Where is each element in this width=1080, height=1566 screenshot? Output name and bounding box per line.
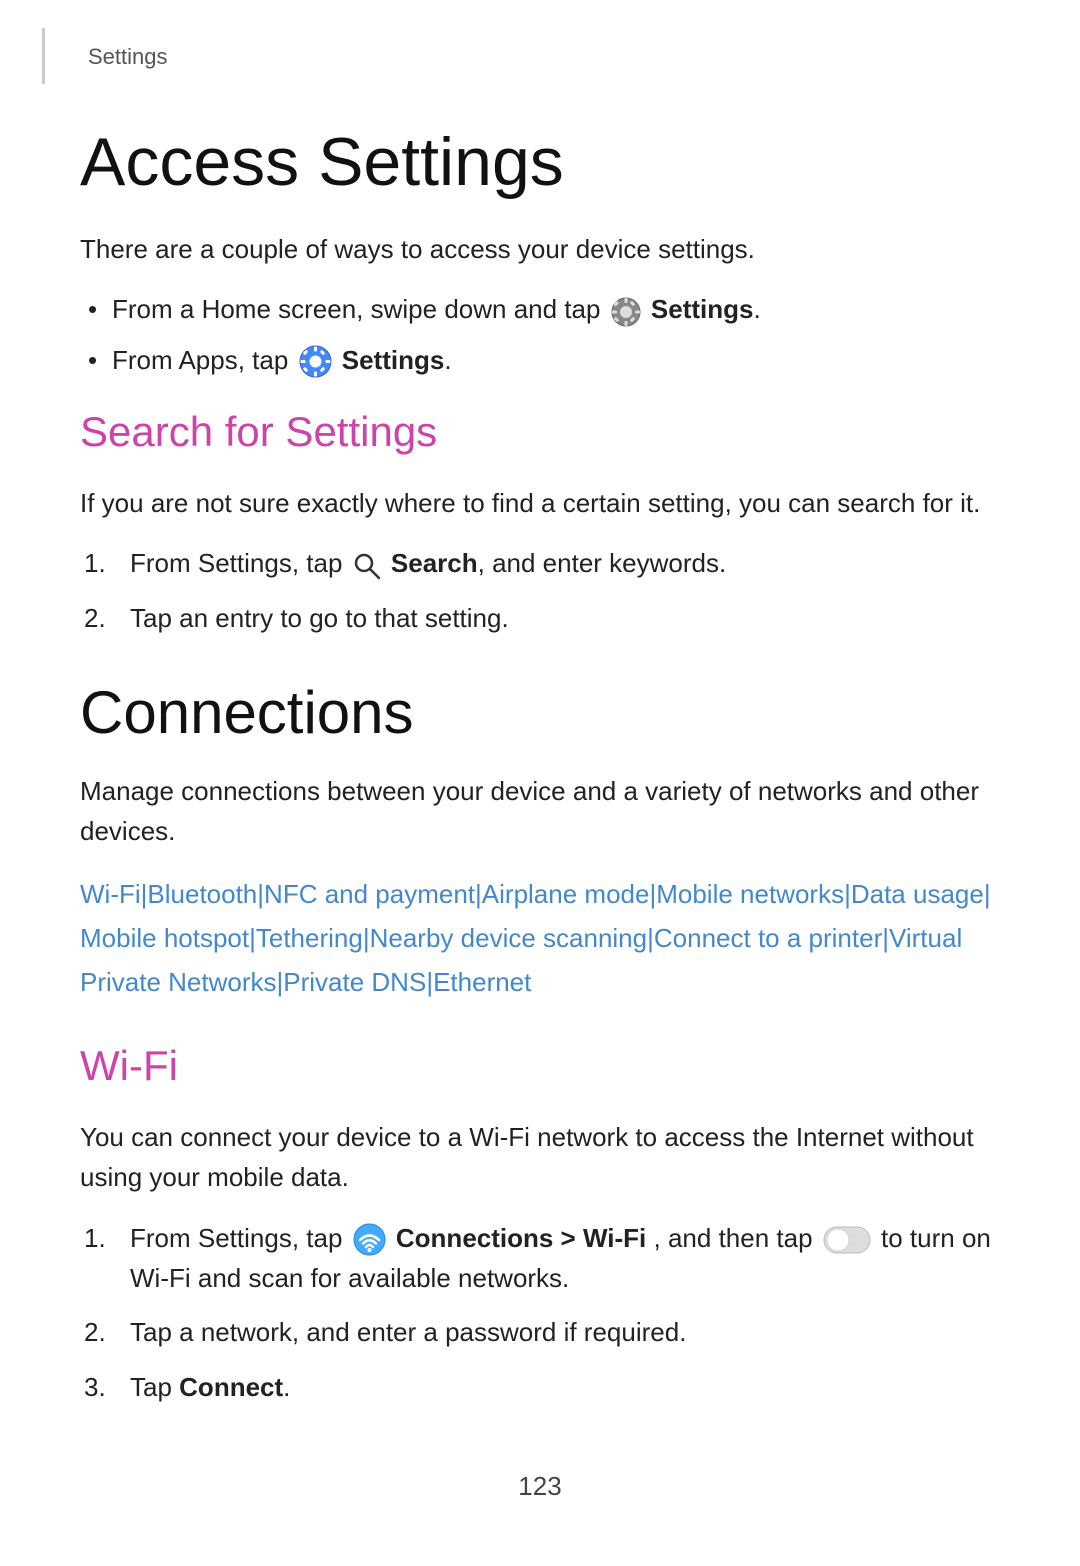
link-ethernet[interactable]: Ethernet xyxy=(433,967,531,997)
link-dns[interactable]: Private DNS xyxy=(283,967,426,997)
access-settings-list: From a Home screen, swipe down and tap S… xyxy=(80,289,1000,380)
blue-settings-icon xyxy=(299,345,332,378)
bullet2-pre: From Apps, tap xyxy=(112,345,288,375)
bullet1-bold: Settings xyxy=(651,294,754,324)
breadcrumb: Settings xyxy=(80,40,1000,73)
link-tethering[interactable]: Tethering xyxy=(256,923,363,953)
wifi-step-2: Tap a network, and enter a password if r… xyxy=(80,1312,1000,1352)
search-step-1: From Settings, tap Search, and enter key… xyxy=(80,543,1000,583)
wifi-step3-bold: Connect xyxy=(179,1372,283,1402)
connections-title: Connections xyxy=(80,678,1000,747)
page-number: 123 xyxy=(80,1467,1000,1506)
link-bluetooth[interactable]: Bluetooth xyxy=(147,879,257,909)
page-border-left xyxy=(42,28,45,84)
link-printer[interactable]: Connect to a printer xyxy=(654,923,882,953)
link-wifi[interactable]: Wi-Fi xyxy=(80,879,141,909)
connections-links: Wi-Fi|Bluetooth|NFC and payment|Airplane… xyxy=(80,872,1000,1005)
bullet1-pre: From a Home screen, swipe down and tap xyxy=(112,294,600,324)
bullet2-post: . xyxy=(444,345,451,375)
wifi-step-1: From Settings, tap Connections > Wi-Fi ,… xyxy=(80,1218,1000,1299)
access-settings-intro: There are a couple of ways to access you… xyxy=(80,229,1000,269)
link-airplane[interactable]: Airplane mode xyxy=(482,879,650,909)
gear-icon xyxy=(611,297,641,327)
search-steps-list: From Settings, tap Search, and enter key… xyxy=(80,543,1000,638)
bullet1-post: . xyxy=(754,294,761,324)
link-data-usage[interactable]: Data usage xyxy=(851,879,984,909)
wifi-step-3: Tap Connect. xyxy=(80,1367,1000,1407)
search-step1-post: , and enter keywords. xyxy=(478,548,727,578)
wifi-title: Wi-Fi xyxy=(80,1034,1000,1097)
link-mobile-hotspot[interactable]: Mobile hotspot xyxy=(80,923,249,953)
wifi-step1-pre: From Settings, tap xyxy=(130,1223,342,1253)
wifi-step3-post: . xyxy=(283,1372,290,1402)
link-vpn[interactable]: Virtual xyxy=(889,923,962,953)
connections-intro: Manage connections between your device a… xyxy=(80,771,1000,852)
wifi-intro: You can connect your device to a Wi-Fi n… xyxy=(80,1117,1000,1198)
link-vpn-cont[interactable]: Private Networks xyxy=(80,967,277,997)
access-bullet-2: From Apps, tap Settings. xyxy=(80,340,1000,380)
link-mobile-networks[interactable]: Mobile networks xyxy=(656,879,844,909)
wifi-step1-bold: Connections > Wi-Fi xyxy=(396,1223,646,1253)
connections-icon xyxy=(353,1223,386,1256)
link-nfc[interactable]: NFC and payment xyxy=(264,879,475,909)
wifi-steps-list: From Settings, tap Connections > Wi-Fi ,… xyxy=(80,1218,1000,1407)
search-settings-title: Search for Settings xyxy=(80,400,1000,463)
search-settings-intro: If you are not sure exactly where to fin… xyxy=(80,483,1000,523)
toggle-icon xyxy=(823,1226,871,1254)
access-bullet-1: From a Home screen, swipe down and tap S… xyxy=(80,289,1000,329)
search-icon xyxy=(353,552,381,580)
wifi-step1-mid: , and then tap xyxy=(654,1223,813,1253)
search-step-2: Tap an entry to go to that setting. xyxy=(80,598,1000,638)
link-nearby[interactable]: Nearby device scanning xyxy=(370,923,648,953)
access-settings-title: Access Settings xyxy=(80,123,1000,201)
wifi-step3-pre: Tap xyxy=(130,1372,172,1402)
bullet2-bold: Settings xyxy=(342,345,445,375)
search-step1-pre: From Settings, tap xyxy=(130,548,342,578)
search-step1-bold: Search xyxy=(391,548,478,578)
